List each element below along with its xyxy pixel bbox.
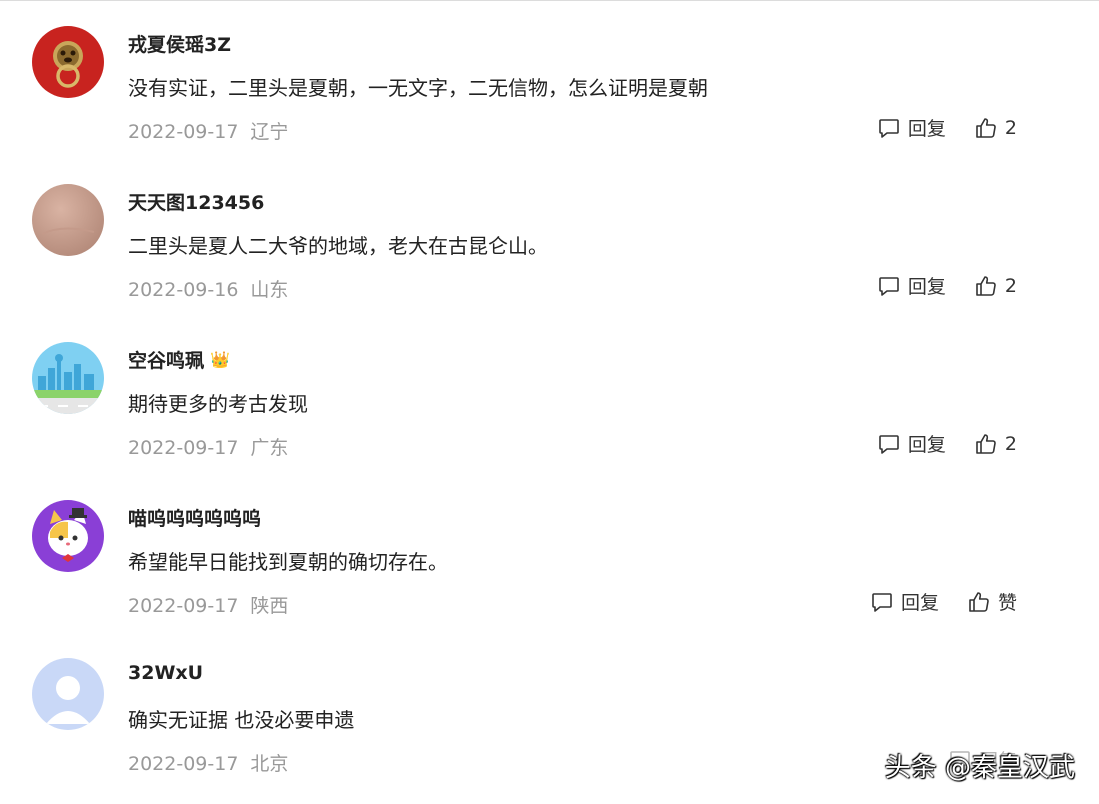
comment-text: 二里头是夏人二大爷的地域，老大在古昆仑山。 xyxy=(128,234,548,258)
comment-author[interactable]: 天天图123456 xyxy=(128,188,264,215)
comment-author[interactable]: 戎夏侯瑶3Z xyxy=(128,30,231,57)
reply-icon xyxy=(879,276,899,296)
comment-author[interactable]: 喵呜呜呜呜呜呜 xyxy=(128,504,261,531)
comment-item: 戎夏侯瑶3Z 没有实证，二里头是夏朝，一无文字，二无信物，怎么证明是夏朝 202… xyxy=(0,0,1099,158)
comment-item: 天天图123456 二里头是夏人二大爷的地域，老大在古昆仑山。 2022-09-… xyxy=(0,158,1099,316)
comment-date: 2022-09-16 xyxy=(128,279,239,301)
comment-text: 希望能早日能找到夏朝的确切存在。 xyxy=(128,550,448,574)
like-button[interactable]: 2 xyxy=(974,274,1017,298)
comment-text: 确实无证据 也没必要申遗 xyxy=(128,708,355,732)
comment-location: 辽宁 xyxy=(250,121,289,143)
thumbs-up-icon xyxy=(976,275,996,296)
comment-actions: 回复 2 xyxy=(877,430,1017,457)
comment-item: 空谷鸣珮 👑 期待更多的考古发现 2022-09-17 广东 回复 2 xyxy=(0,316,1099,474)
crown-badge-icon: 👑 xyxy=(210,350,230,369)
reply-button[interactable]: 回复 xyxy=(877,272,946,299)
comment-actions: 回复 2 xyxy=(877,114,1017,141)
thumbs-up-icon xyxy=(976,117,996,138)
reply-icon xyxy=(879,118,899,138)
comment-actions: 回复 2 xyxy=(877,272,1017,299)
like-count: 2 xyxy=(1004,432,1017,455)
reply-icon xyxy=(872,592,892,612)
reply-label: 回复 xyxy=(907,276,946,298)
comment-date: 2022-09-17 xyxy=(128,437,239,459)
default-user-avatar[interactable] xyxy=(32,658,104,730)
cartoon-cat-avatar[interactable] xyxy=(32,500,104,572)
comment-meta: 2022-09-17 北京 xyxy=(128,749,288,776)
like-button[interactable]: 赞 xyxy=(967,588,1017,615)
comment-location: 广东 xyxy=(250,437,289,459)
comment-meta: 2022-09-17 广东 xyxy=(128,433,288,460)
comment-date: 2022-09-17 xyxy=(128,121,239,143)
comment-location: 陕西 xyxy=(250,595,289,617)
like-button[interactable]: 2 xyxy=(974,116,1017,140)
watermark: 头条 @秦皇汉武 xyxy=(884,753,1075,783)
reply-button[interactable]: 回复 xyxy=(877,114,946,141)
reply-label: 回复 xyxy=(907,118,946,140)
thumbs-up-icon xyxy=(976,433,996,454)
comment-meta: 2022-09-17 辽宁 xyxy=(128,117,288,144)
reply-label: 回复 xyxy=(900,592,939,614)
comment-author[interactable]: 32WxU xyxy=(128,662,203,684)
reply-button[interactable]: 回复 xyxy=(877,430,946,457)
comment-location: 山东 xyxy=(250,279,289,301)
lion-door-knocker-avatar[interactable] xyxy=(32,26,104,98)
comment-item: 喵呜呜呜呜呜呜 希望能早日能找到夏朝的确切存在。 2022-09-17 陕西 回复… xyxy=(0,474,1099,632)
thumbs-up-icon xyxy=(969,591,989,612)
reply-button[interactable]: 回复 xyxy=(870,588,939,615)
comment-actions: 回复 赞 xyxy=(870,588,1017,615)
like-count: 2 xyxy=(1004,274,1017,297)
comment-meta: 2022-09-16 山东 xyxy=(128,275,288,302)
comment-author[interactable]: 空谷鸣珮 👑 xyxy=(128,346,230,373)
comment-text: 没有实证，二里头是夏朝，一无文字，二无信物，怎么证明是夏朝 xyxy=(128,76,708,100)
reply-icon xyxy=(879,434,899,454)
beige-texture-avatar[interactable] xyxy=(32,184,104,256)
reply-label: 回复 xyxy=(907,434,946,456)
like-count: 2 xyxy=(1004,116,1017,139)
comment-meta: 2022-09-17 陕西 xyxy=(128,591,288,618)
like-button[interactable]: 2 xyxy=(974,432,1017,456)
comment-date: 2022-09-17 xyxy=(128,595,239,617)
comment-date: 2022-09-17 xyxy=(128,753,239,775)
like-label: 赞 xyxy=(997,592,1017,614)
comment-text: 期待更多的考古发现 xyxy=(128,392,308,416)
city-skyline-avatar[interactable] xyxy=(32,342,104,414)
comment-location: 北京 xyxy=(250,753,289,775)
